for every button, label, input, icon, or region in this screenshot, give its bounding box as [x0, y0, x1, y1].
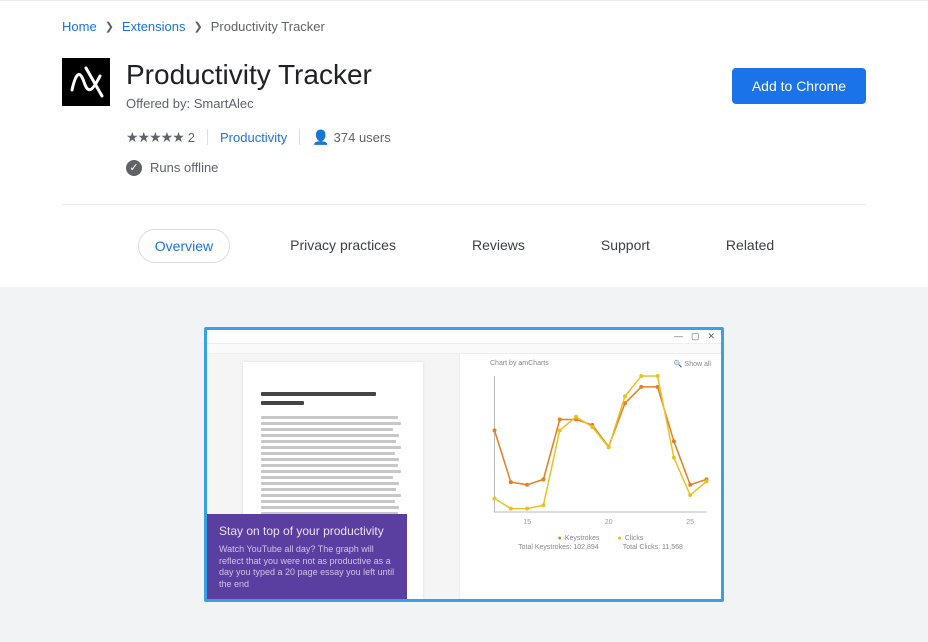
add-to-chrome-button[interactable]: Add to Chrome — [732, 68, 866, 104]
chevron-right-icon: ❯ — [105, 20, 114, 33]
category-link[interactable]: Productivity — [220, 130, 287, 145]
extension-title: Productivity Tracker — [126, 58, 732, 92]
divider — [207, 129, 208, 145]
runs-offline-label: Runs offline — [150, 160, 218, 175]
breadcrumb-extensions[interactable]: Extensions — [122, 19, 186, 34]
tab-reviews[interactable]: Reviews — [456, 229, 541, 263]
total-keystrokes: Total Keystrokes: 102,894 — [518, 544, 599, 551]
window-title-bar: — ▢ ✕ — [207, 330, 721, 344]
browser-toolbar — [207, 344, 721, 354]
screenshot-image[interactable]: — ▢ ✕ — [204, 327, 724, 602]
breadcrumb: Home ❯ Extensions ❯ Productivity Tracker — [62, 1, 866, 44]
users-count: 👤374 users — [312, 129, 391, 146]
svg-text:25: 25 — [686, 519, 694, 526]
chart-panel: Chart by amCharts 🔍 Show all 15 20 25 Keys… — [459, 354, 721, 599]
chevron-right-icon: ❯ — [194, 20, 203, 33]
minimize-icon: — — [674, 331, 683, 341]
tab-privacy[interactable]: Privacy practices — [274, 229, 412, 263]
screenshot-gallery: — ▢ ✕ — [0, 287, 928, 642]
legend-clicks: Clicks — [617, 535, 643, 542]
star-icon: ★★★★★ — [126, 129, 184, 146]
check-circle-icon: ✓ — [126, 160, 142, 176]
chart-header: Chart by amCharts — [490, 360, 549, 368]
offered-by: Offered by: SmartAlec — [126, 96, 732, 111]
close-icon: ✕ — [707, 331, 715, 342]
svg-text:20: 20 — [605, 519, 613, 526]
document-editor: Stay on top of your productivity Watch Y… — [207, 354, 459, 599]
promo-callout: Stay on top of your productivity Watch Y… — [207, 514, 407, 600]
tabs: Overview Privacy practices Reviews Suppo… — [62, 229, 866, 287]
tab-related[interactable]: Related — [710, 229, 790, 263]
breadcrumb-home[interactable]: Home — [62, 19, 97, 34]
productivity-chart: 15 20 25 — [490, 370, 711, 530]
legend-keystrokes: Keystrokes — [558, 535, 600, 542]
rating-stars[interactable]: ★★★★★ 2 — [126, 129, 195, 146]
callout-body: Watch YouTube all day? The graph will re… — [219, 544, 395, 591]
divider — [299, 129, 300, 145]
tab-overview[interactable]: Overview — [138, 229, 230, 263]
total-clicks: Total Clicks: 11,568 — [623, 544, 683, 551]
svg-text:15: 15 — [523, 519, 531, 526]
callout-title: Stay on top of your productivity — [219, 524, 395, 540]
breadcrumb-current: Productivity Tracker — [211, 19, 325, 34]
extension-icon — [62, 58, 110, 106]
rating-count: 2 — [188, 130, 195, 145]
tab-support[interactable]: Support — [585, 229, 666, 263]
person-icon: 👤 — [312, 129, 329, 145]
show-all-label: 🔍 Show all — [674, 360, 711, 368]
maximize-icon: ▢ — [691, 331, 700, 342]
